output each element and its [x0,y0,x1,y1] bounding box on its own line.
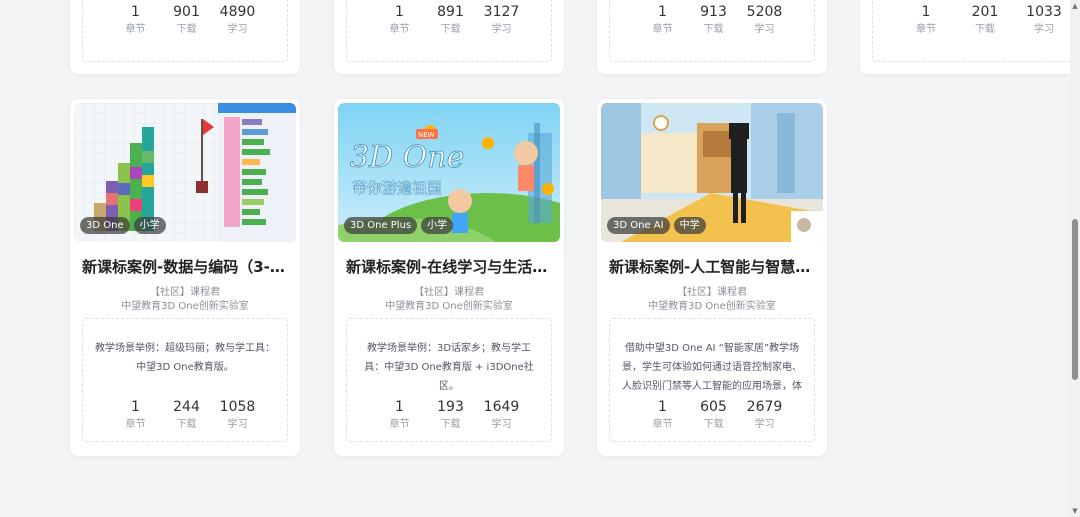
learner-count: 1058 [219,399,256,415]
tag-group: 3D One 小学 [80,217,166,234]
course-author: 【社区】课程君 [677,287,747,298]
chapter-label: 章节 [125,419,146,430]
learner-count: 4890 [219,4,256,20]
banner-subtitle: 带你游遍祖国 [352,179,442,197]
stats-box: 借助中望3D One AI “智能家居”教学场景，学生可体验如何通过语音控制家电… [609,318,815,442]
scroll-up-arrow-icon[interactable]: ▲ [1071,2,1079,10]
course-card-data-encoding[interactable]: 3D One 小学 新课标案例-数据与编码（3-4… 【社区】课程君 中望教育3… [70,99,300,456]
chapter-count: 1 [658,399,667,415]
stats-box: 1 章节 201 下载 1033 学习 [872,0,1074,62]
course-author: 【社区】课程君 [414,287,484,298]
learner-label: 学习 [754,419,775,430]
chapter-count: 1 [131,4,140,20]
chapter-label: 章节 [916,24,936,35]
download-count: 244 [173,399,200,415]
learner-label: 学习 [754,24,775,35]
chapter-count: 1 [395,4,404,20]
chapter-count: 1 [658,4,667,20]
download-label: 下载 [703,24,724,35]
software-tag: 3D One Plus [344,217,418,234]
learner-count: 1033 [1026,4,1062,20]
chapter-label: 章节 [389,24,410,35]
chapter-label: 章节 [652,419,673,430]
stats-box: 1 章节 913 下载 5208 学习 [609,0,815,62]
course-thumbnail[interactable]: 3D One AI 中学 [601,103,823,242]
course-org: 中望教育3D One创新实验室 [648,301,776,312]
course-description: 教学场景举例：超级玛丽；教与学工具：中望3D One教育版。 [95,343,275,373]
download-count: 891 [437,4,464,20]
download-label: 下载 [703,419,724,430]
chapter-label: 章节 [389,419,410,430]
download-count: 901 [173,4,200,20]
download-count: 201 [971,4,999,20]
scrollbar-thumb[interactable] [1072,219,1078,380]
course-card-ai-smart-home[interactable]: 3D One AI 中学 新课标案例-人工智能与智慧… 【社区】课程君 中望教育… [597,99,827,456]
download-count: 913 [700,4,727,20]
stats-box: 教学场景举例：超级玛丽；教与学工具：中望3D One教育版。 1 章节 244 下载… [82,318,288,442]
chapter-label: 章节 [652,24,673,35]
course-card-top-1[interactable]: 1 章节 901 下载 4890 学习 [70,0,300,74]
course-card-top-3[interactable]: 1 章节 913 下载 5208 学习 [597,0,827,74]
banner-title: 3D One [350,140,464,175]
course-card-online-learning[interactable]: 3D One 带你游遍祖国 NEW 3D One Plus 小学 新课标案例-在… [334,99,564,456]
software-tag: 3D One [80,217,130,234]
chapter-count: 1 [395,399,404,415]
learner-label: 学习 [227,24,248,35]
stats-box: 1 章节 891 下载 3127 学习 [346,0,552,62]
download-label: 下载 [176,419,197,430]
chapter-count: 1 [131,399,140,415]
course-description: 教学场景举例：3D话家乡；教与学工具：中望3D One教育版 + i3DOne社… [364,343,534,392]
tag-group: 3D One AI 中学 [607,217,706,234]
course-thumbnail[interactable]: 3D One 小学 [74,103,296,242]
download-label: 下载 [176,24,197,35]
learner-count: 1649 [483,399,520,415]
course-title[interactable]: 新课标案例-在线学习与生活… [346,256,552,277]
download-count: 193 [437,399,464,415]
course-org: 中望教育3D One创新实验室 [121,301,249,312]
download-count: 605 [700,399,727,415]
banner-badge: NEW [418,131,435,139]
level-tag: 小学 [421,217,454,234]
learner-label: 学习 [491,419,512,430]
download-label: 下载 [440,24,461,35]
chapter-count: 1 [921,4,931,20]
learner-label: 学习 [227,419,248,430]
download-label: 下载 [975,24,995,35]
learner-count: 2679 [746,399,783,415]
learner-count: 3127 [483,4,520,20]
course-description: 借助中望3D One AI “智能家居”教学场景，学生可体验如何通过语音控制家电… [622,343,802,392]
software-tag: 3D One AI [607,217,670,234]
learner-label: 学习 [491,24,512,35]
scroll-down-arrow-icon[interactable]: ▼ [1071,507,1079,515]
course-org: 中望教育3D One创新实验室 [385,301,513,312]
course-card-top-2[interactable]: 1 章节 891 下载 3127 学习 [334,0,564,74]
course-author: 【社区】课程君 [150,287,220,298]
vertical-scrollbar[interactable]: ▲ ▼ [1070,0,1080,517]
level-tag: 中学 [673,217,706,234]
learner-label: 学习 [1034,24,1054,35]
learner-count: 5208 [746,4,783,20]
chapter-label: 章节 [125,24,146,35]
stats-box: 教学场景举例：3D话家乡；教与学工具：中望3D One教育版 + i3DOne社… [346,318,552,442]
course-card-top-4[interactable]: 1 章节 201 下载 1033 学习 [860,0,1074,74]
course-title[interactable]: 新课标案例-数据与编码（3-4… [82,256,288,277]
download-label: 下载 [440,419,461,430]
course-thumbnail[interactable]: 3D One 带你游遍祖国 NEW 3D One Plus 小学 [338,103,560,242]
level-tag: 小学 [133,217,166,234]
course-title[interactable]: 新课标案例-人工智能与智慧… [609,256,815,277]
tag-group: 3D One Plus 小学 [344,217,454,234]
stats-box: 1 章节 901 下载 4890 学习 [82,0,288,62]
